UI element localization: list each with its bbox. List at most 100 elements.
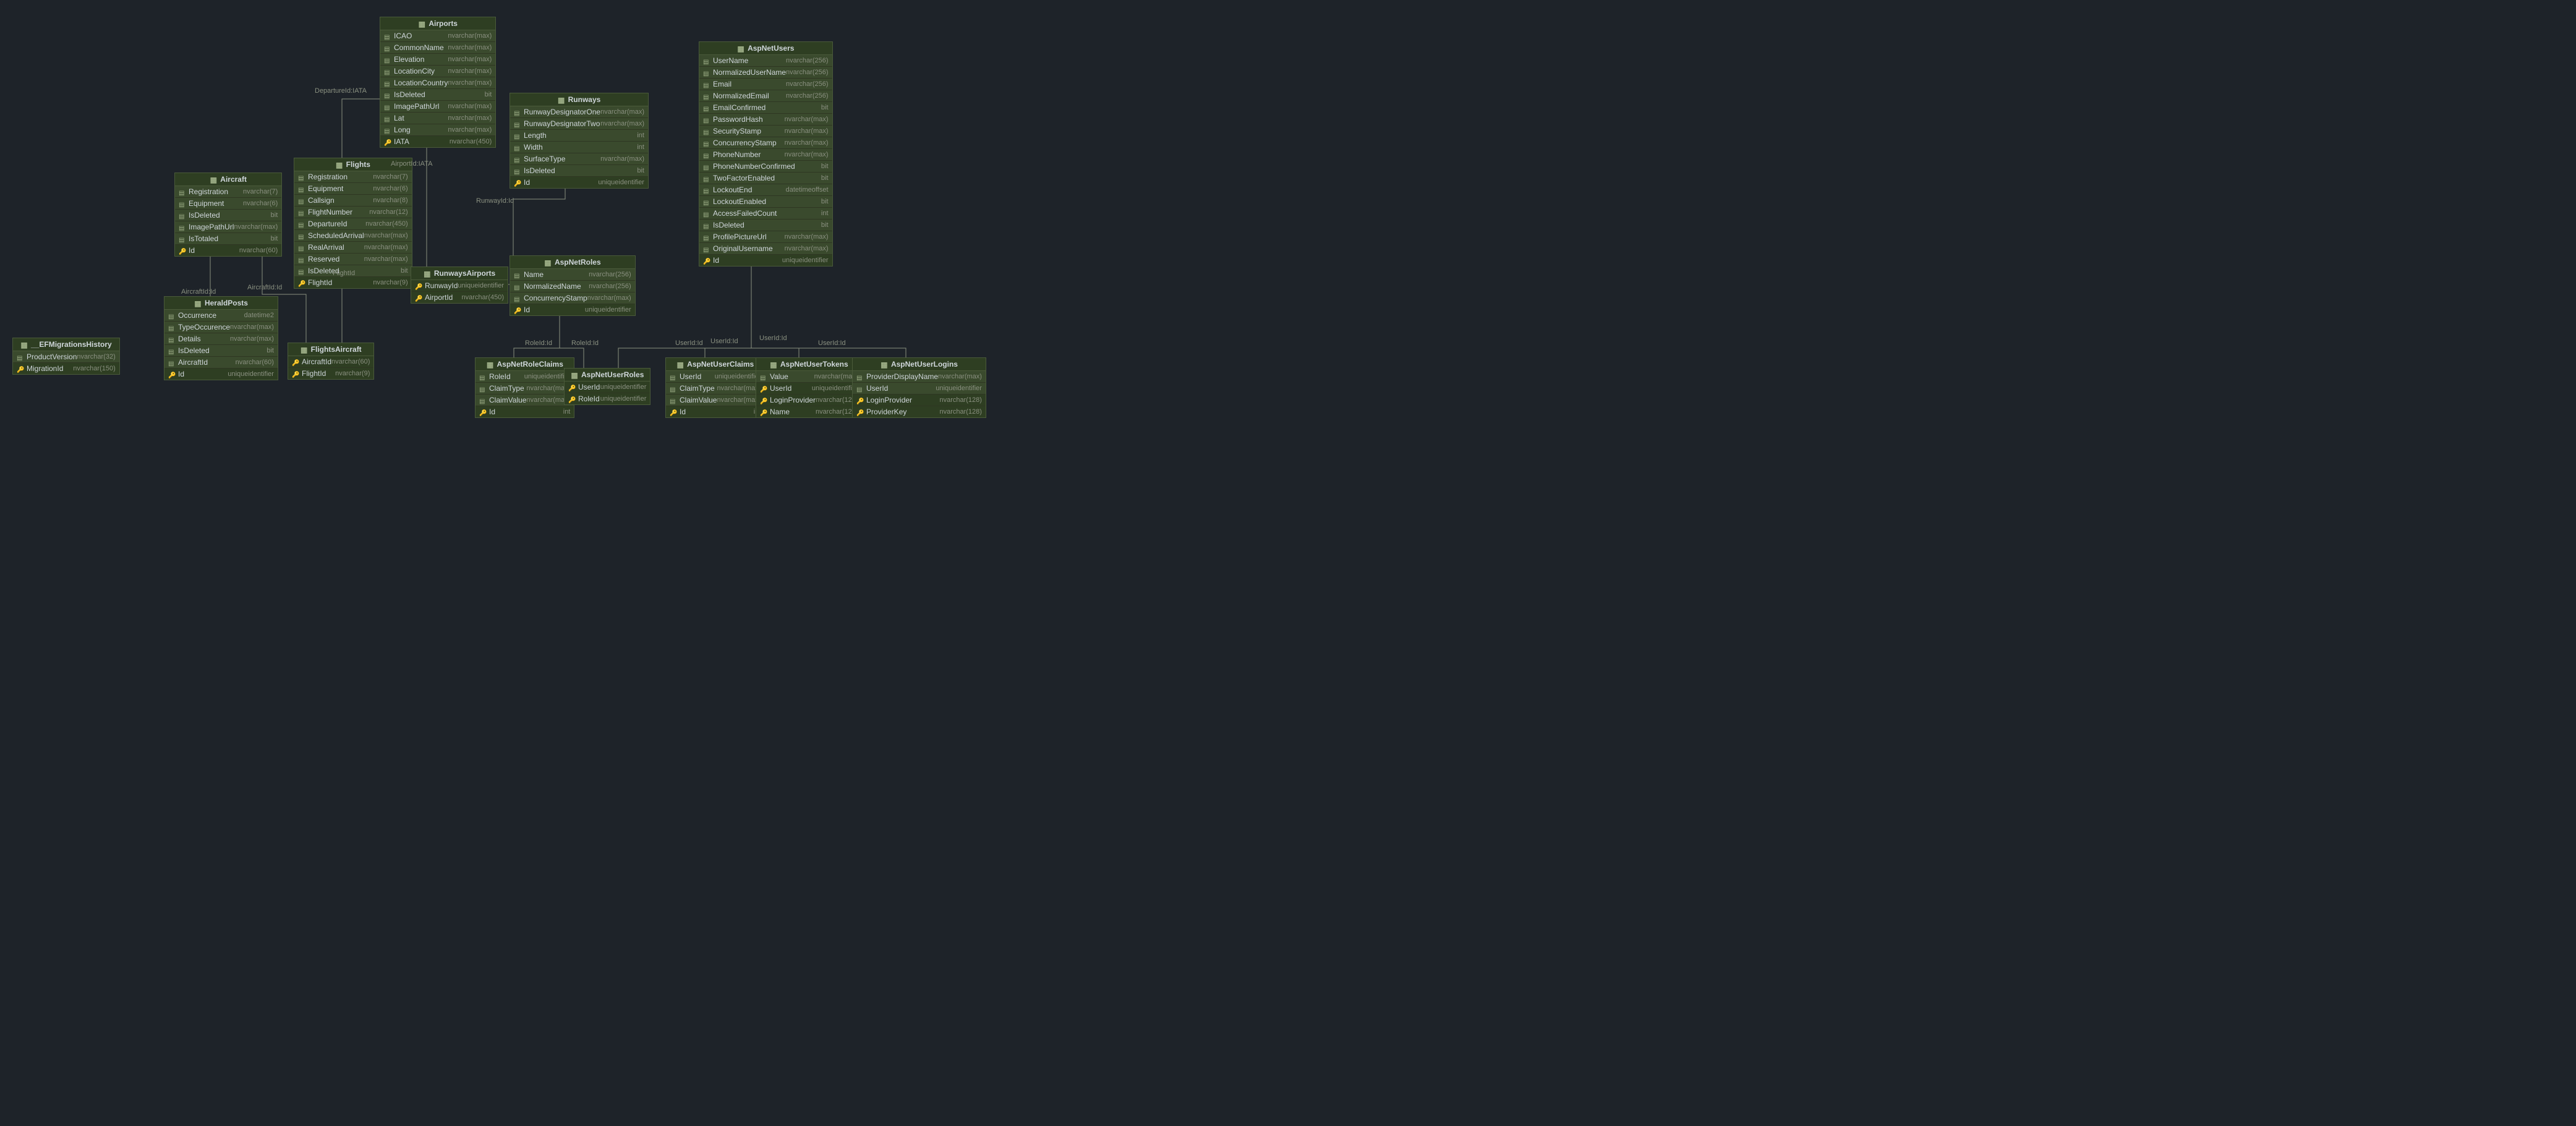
column-row[interactable]: Longnvarchar(max) — [380, 124, 495, 136]
column-row[interactable]: ProviderKeynvarchar(128) — [853, 406, 986, 417]
table-__efmigrationshistory[interactable]: __EFMigrationsHistoryProductVersionnvarc… — [12, 338, 120, 375]
column-row[interactable]: ProviderDisplayNamenvarchar(max) — [853, 371, 986, 383]
column-row[interactable]: Detailsnvarchar(max) — [164, 333, 278, 345]
table-heraldposts[interactable]: HeraldPostsOccurrencedatetime2TypeOccure… — [164, 296, 278, 380]
column-row[interactable]: FlightIdnvarchar(9) — [288, 368, 373, 379]
column-row[interactable]: DepartureIdnvarchar(450) — [294, 218, 412, 230]
column-row[interactable]: IsDeletedbit — [510, 165, 648, 177]
column-row[interactable]: Elevationnvarchar(max) — [380, 54, 495, 66]
column-row[interactable]: PhoneNumberConfirmedbit — [699, 161, 832, 173]
table-aircraft[interactable]: AircraftRegistrationnvarchar(7)Equipment… — [174, 173, 282, 257]
column-row[interactable]: Occurrencedatetime2 — [164, 310, 278, 322]
column-row[interactable]: ImagePathUrlnvarchar(max) — [380, 101, 495, 113]
column-row[interactable]: Iduniqueidentifier — [699, 255, 832, 266]
table-header[interactable]: RunwaysAirports — [411, 267, 508, 280]
table-header[interactable]: AspNetUserLogins — [853, 358, 986, 371]
column-row[interactable]: CommonNamenvarchar(max) — [380, 42, 495, 54]
column-row[interactable]: LockoutEnabledbit — [699, 196, 832, 208]
column-row[interactable]: LocationCountrynvarchar(max) — [380, 77, 495, 89]
column-row[interactable]: ClaimValuenvarchar(max) — [666, 395, 764, 406]
column-row[interactable]: MigrationIdnvarchar(150) — [13, 363, 119, 374]
column-row[interactable]: IsDeletedbit — [164, 345, 278, 357]
column-row[interactable]: Registrationnvarchar(7) — [294, 171, 412, 183]
column-row[interactable]: SurfaceTypenvarchar(max) — [510, 153, 648, 165]
column-row[interactable]: AirportIdnvarchar(450) — [411, 292, 508, 303]
column-row[interactable]: RunwayDesignatorOnenvarchar(max) — [510, 106, 648, 118]
column-row[interactable]: Equipmentnvarchar(6) — [175, 198, 281, 210]
column-row[interactable]: IsDeletedbit — [380, 89, 495, 101]
column-row[interactable]: LoginProvidernvarchar(128) — [853, 395, 986, 406]
column-row[interactable]: RoleIduniqueidentifier — [565, 393, 650, 404]
table-airports[interactable]: AirportsICAOnvarchar(max)CommonNamenvarc… — [380, 17, 496, 148]
column-row[interactable]: UserNamenvarchar(256) — [699, 55, 832, 67]
column-row[interactable]: LocationCitynvarchar(max) — [380, 66, 495, 77]
table-header[interactable]: AspNetUsers — [699, 42, 832, 55]
column-row[interactable]: AircraftIdnvarchar(60) — [288, 356, 373, 368]
column-row[interactable]: ClaimValuenvarchar(max) — [476, 395, 574, 406]
column-row[interactable]: ConcurrencyStampnvarchar(max) — [510, 292, 635, 304]
column-row[interactable]: LoginProvidernvarchar(128) — [756, 395, 862, 406]
column-row[interactable]: UserIduniqueidentifier — [666, 371, 764, 383]
table-header[interactable]: AspNetUserRoles — [565, 369, 650, 382]
table-runways[interactable]: RunwaysRunwayDesignatorOnenvarchar(max)R… — [510, 93, 649, 189]
column-row[interactable]: IsDeletedbit — [175, 210, 281, 221]
table-aspnetuserclaims[interactable]: AspNetUserClaimsUserIduniqueidentifierCl… — [665, 357, 765, 418]
column-row[interactable]: RealArrivalnvarchar(max) — [294, 242, 412, 254]
column-row[interactable]: PasswordHashnvarchar(max) — [699, 114, 832, 126]
column-row[interactable]: Equipmentnvarchar(6) — [294, 183, 412, 195]
column-row[interactable]: AircraftIdnvarchar(60) — [164, 357, 278, 369]
column-row[interactable]: OriginalUsernamenvarchar(max) — [699, 243, 832, 255]
table-header[interactable]: AspNetUserClaims — [666, 358, 764, 371]
column-row[interactable]: RunwayDesignatorTwonvarchar(max) — [510, 118, 648, 130]
column-row[interactable]: ClaimTypenvarchar(max) — [476, 383, 574, 395]
column-row[interactable]: RunwayIduniqueidentifier — [411, 280, 508, 292]
table-header[interactable]: __EFMigrationsHistory — [13, 338, 119, 351]
column-row[interactable]: Valuenvarchar(max) — [756, 371, 862, 383]
column-row[interactable]: Idint — [476, 406, 574, 417]
column-row[interactable]: UserIduniqueidentifier — [565, 382, 650, 393]
column-row[interactable]: IATAnvarchar(450) — [380, 136, 495, 147]
table-header[interactable]: AspNetUserTokens — [756, 358, 862, 371]
column-row[interactable]: Namenvarchar(128) — [756, 406, 862, 417]
column-row[interactable]: IsDeletedbit — [699, 220, 832, 231]
column-row[interactable]: FlightIdnvarchar(9) — [294, 277, 412, 288]
column-row[interactable]: Reservednvarchar(max) — [294, 254, 412, 265]
table-header[interactable]: Aircraft — [175, 173, 281, 186]
column-row[interactable]: NormalizedNamenvarchar(256) — [510, 281, 635, 292]
column-row[interactable]: ProfilePictureUrlnvarchar(max) — [699, 231, 832, 243]
table-header[interactable]: FlightsAircraft — [288, 343, 373, 356]
column-row[interactable]: SecurityStampnvarchar(max) — [699, 126, 832, 137]
table-header[interactable]: Runways — [510, 93, 648, 106]
table-aspnetusers[interactable]: AspNetUsersUserNamenvarchar(256)Normaliz… — [699, 41, 833, 267]
column-row[interactable]: IsTotaledbit — [175, 233, 281, 245]
column-row[interactable]: Emailnvarchar(256) — [699, 79, 832, 90]
table-header[interactable]: AspNetRoleClaims — [476, 358, 574, 371]
column-row[interactable]: Widthint — [510, 142, 648, 153]
column-row[interactable]: Idnvarchar(60) — [175, 245, 281, 256]
table-aspnetroles[interactable]: AspNetRolesNamenvarchar(256)NormalizedNa… — [510, 255, 636, 316]
column-row[interactable]: Namenvarchar(256) — [510, 269, 635, 281]
table-runwaysairports[interactable]: RunwaysAirportsRunwayIduniqueidentifierA… — [411, 267, 508, 304]
column-row[interactable]: ProductVersionnvarchar(32) — [13, 351, 119, 363]
column-row[interactable]: FlightNumbernvarchar(12) — [294, 207, 412, 218]
table-aspnetuserlogins[interactable]: AspNetUserLoginsProviderDisplayNamenvarc… — [852, 357, 986, 418]
column-row[interactable]: Iduniqueidentifier — [510, 177, 648, 188]
column-row[interactable]: NormalizedUserNamenvarchar(256) — [699, 67, 832, 79]
column-row[interactable]: ConcurrencyStampnvarchar(max) — [699, 137, 832, 149]
column-row[interactable]: Latnvarchar(max) — [380, 113, 495, 124]
column-row[interactable]: TwoFactorEnabledbit — [699, 173, 832, 184]
column-row[interactable]: ScheduledArrivalnvarchar(max) — [294, 230, 412, 242]
column-row[interactable]: Callsignnvarchar(8) — [294, 195, 412, 207]
column-row[interactable]: PhoneNumbernvarchar(max) — [699, 149, 832, 161]
column-row[interactable]: UserIduniqueidentifier — [853, 383, 986, 395]
table-aspnetroleclaims[interactable]: AspNetRoleClaimsRoleIduniqueidentifierCl… — [475, 357, 574, 418]
table-aspnetusertokens[interactable]: AspNetUserTokensValuenvarchar(max)UserId… — [756, 357, 863, 418]
column-row[interactable]: EmailConfirmedbit — [699, 102, 832, 114]
table-flightsaircraft[interactable]: FlightsAircraftAircraftIdnvarchar(60)Fli… — [288, 343, 374, 380]
table-header[interactable]: Airports — [380, 17, 495, 30]
column-row[interactable]: ClaimTypenvarchar(max) — [666, 383, 764, 395]
column-row[interactable]: Idint — [666, 406, 764, 417]
table-aspnetuserroles[interactable]: AspNetUserRolesUserIduniqueidentifierRol… — [564, 368, 650, 405]
table-header[interactable]: AspNetRoles — [510, 256, 635, 269]
column-row[interactable]: TypeOccurencenvarchar(max) — [164, 322, 278, 333]
